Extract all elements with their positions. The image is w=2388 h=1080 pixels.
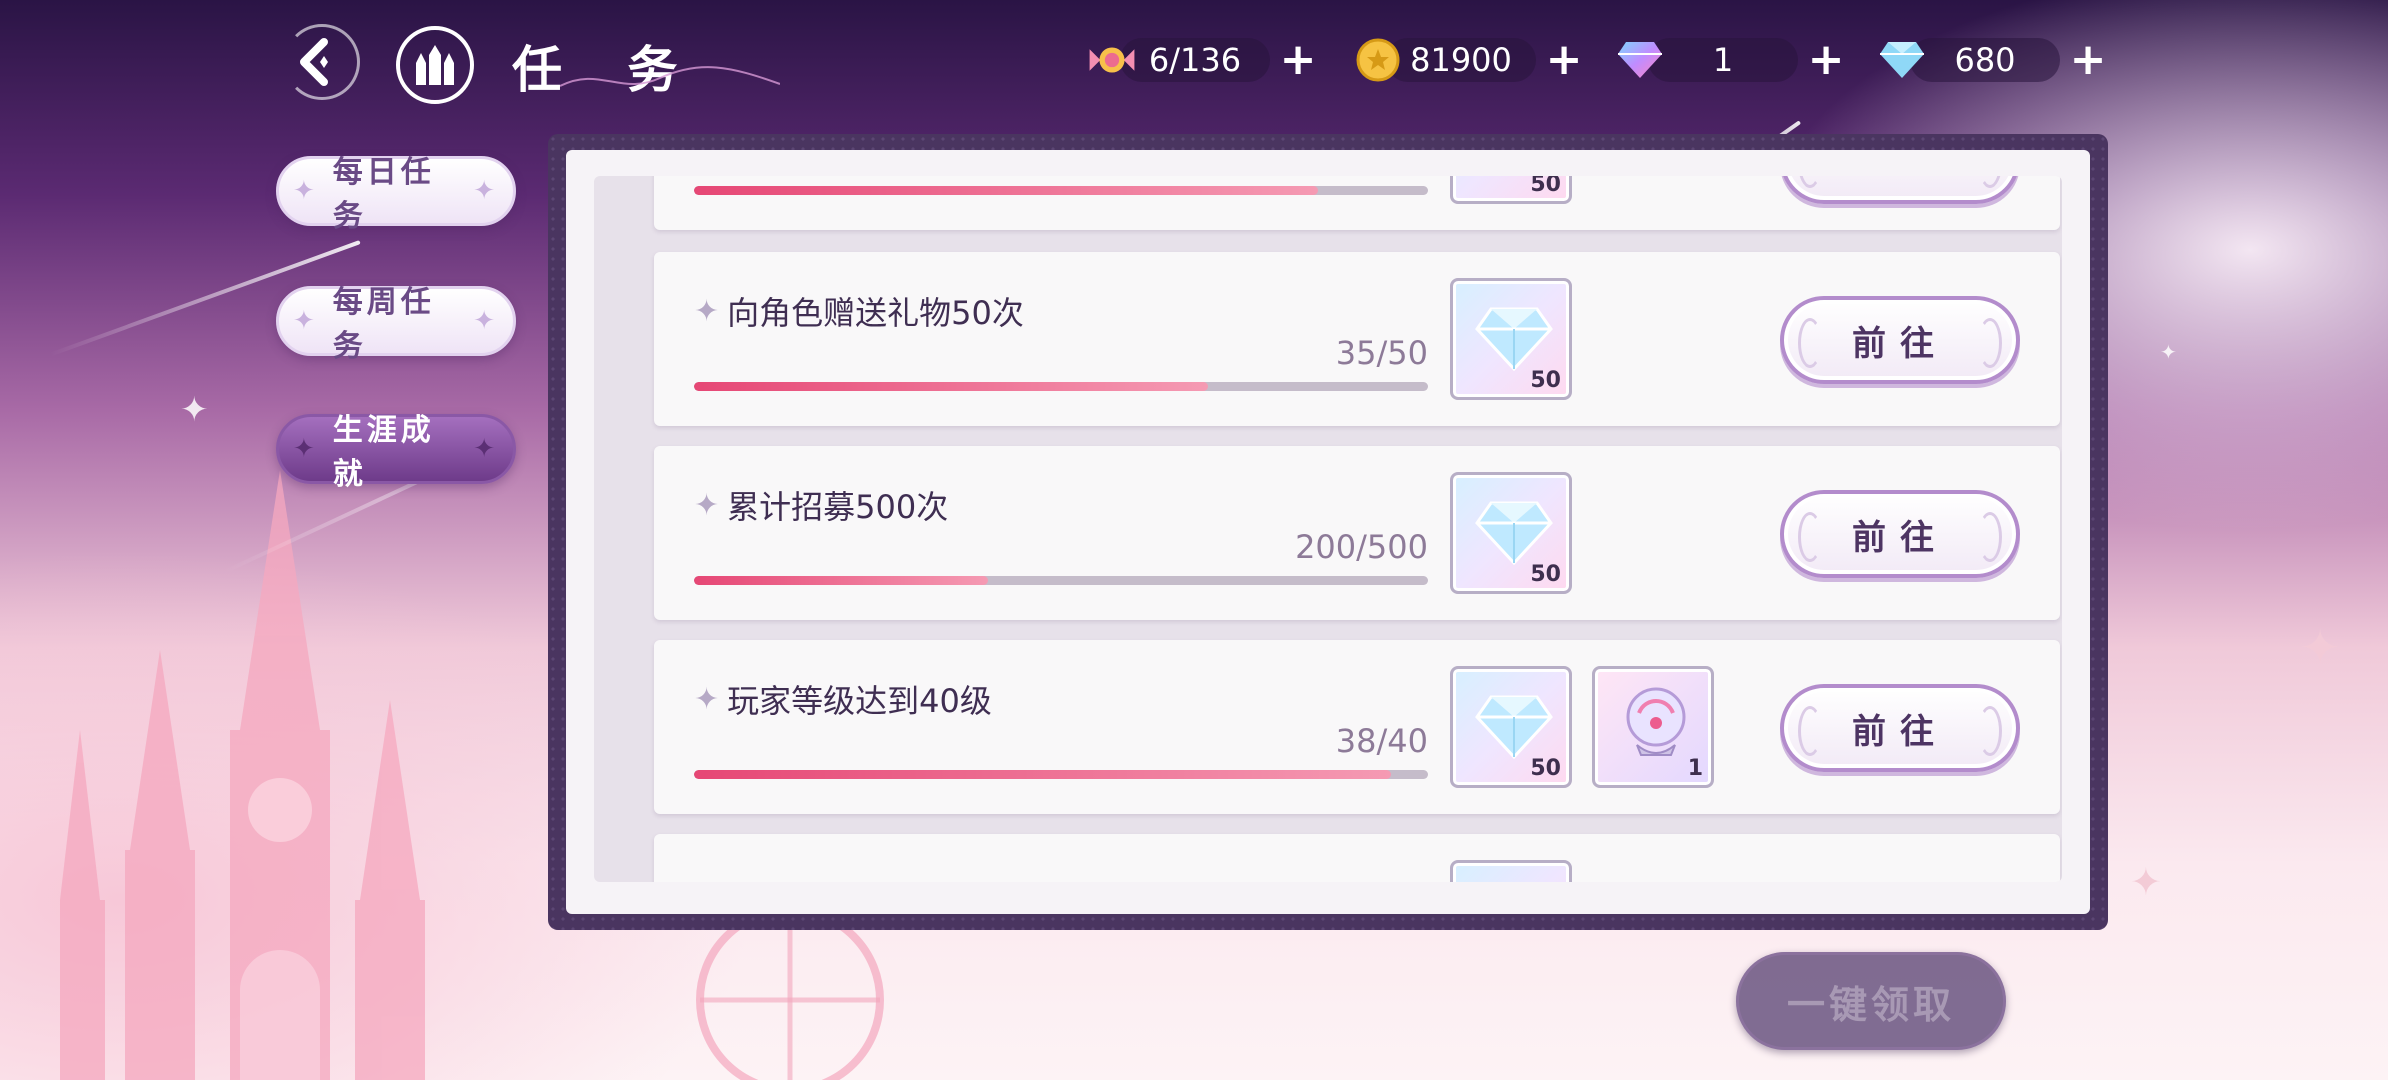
task-progress-bar — [694, 770, 1428, 779]
go-button[interactable]: 前往 — [1780, 296, 2020, 384]
tab-weekly-tasks[interactable]: ✦ 每周任务 ✦ — [276, 285, 516, 364]
task-panel: 50 ✦ 向角色赠送礼物50次 35/50 50 前往 ✦ 累计招募500次 2… — [566, 150, 2090, 914]
task-star-icon: ✦ — [694, 487, 720, 523]
task-progress-text: 200/500 — [1295, 528, 1428, 566]
title-underline-decoration — [560, 66, 780, 87]
candy-icon — [1086, 34, 1138, 86]
reward-count: 50 — [1530, 368, 1561, 393]
task-row: ✦ 玩家等级达到40级 38/40 50 1 前往 — [654, 640, 2060, 814]
tab-star-icon: ✦ — [473, 306, 499, 336]
task-progress-bar — [694, 382, 1428, 391]
task-progress-bar — [694, 576, 1428, 585]
blue-diamond-icon — [1876, 34, 1928, 86]
add-gold-button[interactable]: + — [1542, 38, 1586, 82]
rainbow-diamond-value: 1 — [1648, 38, 1798, 82]
tab-star-icon: ✦ — [293, 434, 319, 464]
reward-slot[interactable]: 50 — [1450, 278, 1572, 400]
gold-value: 81900 — [1386, 38, 1536, 82]
reward-count: 1 — [1687, 756, 1703, 781]
resource-blue-diamond: 680 + — [1876, 36, 2110, 84]
tab-star-icon: ✦ — [473, 434, 499, 464]
task-progress-fill — [694, 186, 1318, 195]
back-button-ring — [284, 24, 360, 100]
reward-slot[interactable]: 50 — [1450, 176, 1572, 204]
diamond-icon — [1475, 307, 1553, 371]
task-name-text: 累计招募500次 — [727, 488, 949, 526]
tab-star-icon: ✦ — [293, 306, 319, 336]
task-row — [654, 834, 2060, 882]
castle-background-illustration — [60, 470, 425, 1080]
task-row: ✦ 向角色赠送礼物50次 35/50 50 前往 — [654, 252, 2060, 426]
add-rainbow-diamond-button[interactable]: + — [1804, 38, 1848, 82]
castle-icon — [416, 45, 454, 85]
task-progress-fill — [694, 576, 988, 585]
reward-count: 50 — [1530, 176, 1561, 197]
rainbow-diamond-icon — [1614, 34, 1666, 86]
task-star-icon: ✦ — [694, 293, 720, 329]
home-button[interactable] — [396, 26, 474, 104]
tab-label: 生涯成就 — [332, 413, 435, 492]
sparkle-icon: ✦ — [2160, 340, 2177, 364]
resource-rainbow-diamond: 1 + — [1614, 36, 1848, 84]
tab-star-icon: ✦ — [293, 176, 319, 206]
tab-career-achievements[interactable]: ✦ 生涯成就 ✦ — [276, 413, 516, 492]
task-name: ✦ 累计招募500次 — [694, 482, 948, 528]
gold-coin-icon — [1352, 34, 1404, 86]
add-candy-button[interactable]: + — [1276, 38, 1320, 82]
reward-slot[interactable]: 1 — [1592, 666, 1714, 788]
diamond-icon — [1475, 695, 1553, 759]
task-name-text: 向角色赠送礼物50次 — [727, 294, 1024, 332]
add-blue-diamond-button[interactable]: + — [2066, 38, 2110, 82]
diamond-icon — [1475, 501, 1553, 565]
candy-value: 6/136 — [1120, 38, 1270, 82]
sparkle-icon: ✦ — [180, 390, 209, 430]
go-button[interactable]: 前往 — [1780, 490, 2020, 578]
resource-candy: 6/136 + — [1086, 36, 1320, 84]
task-row: 50 — [654, 176, 2060, 230]
task-list[interactable]: 50 ✦ 向角色赠送礼物50次 35/50 50 前往 ✦ 累计招募500次 2… — [594, 176, 2062, 882]
resource-gold: 81900 + — [1352, 36, 1586, 84]
tab-label: 每周任务 — [332, 285, 435, 364]
task-name-text: 玩家等级达到40级 — [727, 682, 992, 720]
sparkle-icon: ✦ — [2300, 620, 2341, 676]
crystal-ball-icon — [1626, 687, 1686, 756]
reward-slot[interactable]: 50 — [1450, 666, 1572, 788]
reward-slot[interactable] — [1450, 860, 1572, 882]
back-button[interactable] — [272, 24, 360, 100]
task-progress-fill — [694, 770, 1392, 779]
reward-count: 50 — [1530, 756, 1561, 781]
claim-all-button[interactable]: 一键领取 — [1736, 952, 2006, 1050]
reward-count: 50 — [1530, 562, 1561, 587]
task-name: ✦ 玩家等级达到40级 — [694, 676, 992, 722]
task-name: ✦ 向角色赠送礼物50次 — [694, 288, 1024, 334]
task-progress-text: 35/50 — [1335, 334, 1428, 372]
task-progress-text: 38/40 — [1335, 722, 1428, 760]
task-row: ✦ 累计招募500次 200/500 50 前往 — [654, 446, 2060, 620]
go-button[interactable] — [1780, 176, 2020, 204]
blue-diamond-value: 680 — [1910, 38, 2060, 82]
sparkle-icon: ✦ — [2130, 860, 2162, 904]
task-progress-fill — [694, 382, 1208, 391]
tab-daily-tasks[interactable]: ✦ 每日任务 ✦ — [276, 155, 516, 234]
reward-slot[interactable]: 50 — [1450, 472, 1572, 594]
tab-star-icon: ✦ — [473, 176, 499, 206]
task-progress-bar — [694, 186, 1428, 195]
go-button[interactable]: 前往 — [1780, 684, 2020, 772]
tab-label: 每日任务 — [332, 155, 435, 234]
task-star-icon: ✦ — [694, 681, 720, 717]
